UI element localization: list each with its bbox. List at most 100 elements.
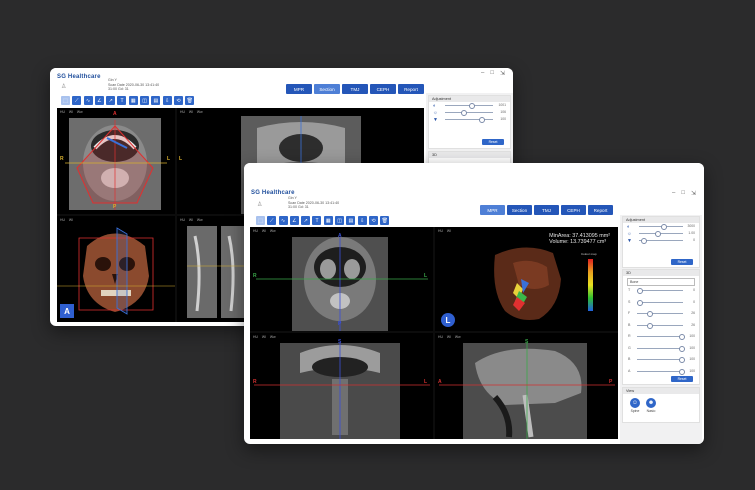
export-icon[interactable]: ⇩ [357,216,367,225]
axial-viewport[interactable]: HU Wl Ww A R L P [250,227,433,331]
slider-track[interactable] [445,112,493,113]
text-tool-icon[interactable]: T [117,96,127,105]
minimize-icon[interactable]: – [481,70,484,77]
delete-icon[interactable]: 🗑 [380,216,390,225]
histogram-tool-icon[interactable]: ▦ [128,96,138,105]
tab-ceph[interactable]: CEPH [370,84,396,94]
patient-icon: ♙ [61,84,67,90]
slider-knob[interactable] [637,299,643,306]
tab-tmj[interactable]: TMJ [534,205,559,215]
histogram-tool-icon[interactable]: ▦ [323,216,333,225]
export-icon[interactable]: ⇩ [162,96,172,105]
orientation-cube[interactable]: A [60,304,74,318]
window-level-icon[interactable]: ◫ [140,96,150,105]
reset-button[interactable]: Reset [671,259,693,265]
axial-viewport[interactable]: HU Wl Ww A R L P [57,108,175,214]
slider-label: S [628,299,631,304]
orientation-r: R [253,379,257,385]
front-window-header: SG Healthcare ♙ Gin Y Scan Date 2020-06-… [244,163,704,209]
ruler-tool-icon[interactable]: ⟋ [72,96,82,105]
slider-track[interactable] [637,301,683,303]
slider-track[interactable] [445,119,493,120]
arrow-tool-icon[interactable]: ↗ [301,216,311,225]
slider-knob[interactable] [647,322,653,329]
slider-row[interactable]: ▼ 100 [429,116,510,124]
text-tool-icon[interactable]: T [312,216,322,225]
curve-tool-icon[interactable]: ∿ [278,216,288,225]
tab-tmj[interactable]: TMJ [342,84,368,94]
layout-icon[interactable]: ▤ [151,96,161,105]
slider-row[interactable]: S 0 [623,299,699,311]
slider-knob[interactable] [679,334,685,341]
curve-tool-icon[interactable]: ∿ [83,96,93,105]
reset-button[interactable]: Reset [482,139,504,145]
angle-tool-icon[interactable]: ∠ [289,216,299,225]
tab-mpr[interactable]: MPR [480,205,505,215]
slider-track[interactable] [637,324,683,326]
slider-knob[interactable] [479,117,485,124]
slider-knob[interactable] [637,288,643,295]
tab-report[interactable]: Report [398,84,424,94]
close-icon[interactable]: ⇲ [500,70,505,77]
slider-track[interactable] [637,370,683,372]
slider-knob[interactable] [679,345,685,352]
slider-track[interactable] [637,359,683,360]
sagittal-viewport[interactable]: HU Wl Ww S A P [435,333,618,439]
reset-view-icon[interactable]: ⟲ [368,216,378,225]
reset-view-icon[interactable]: ⟲ [173,96,183,105]
window-controls: – □ ⇲ [481,70,505,77]
preset-select[interactable]: Bone [627,278,695,286]
window-level-icon[interactable]: ◫ [335,216,345,225]
slider-row[interactable]: R 100 [623,333,699,345]
select-tool-icon[interactable]: ⬚ [256,216,265,225]
tab-mpr[interactable]: MPR [286,84,312,94]
tab-ceph[interactable]: CEPH [561,205,586,215]
minimize-icon[interactable]: – [672,190,675,197]
slider-row[interactable]: ☼ 1.00 [623,230,699,238]
orientation-cube[interactable]: L [441,313,455,327]
layout-icon[interactable]: ▤ [346,216,356,225]
ruler-tool-icon[interactable]: ⟋ [267,216,277,225]
slider-track[interactable] [637,347,683,349]
slider-row[interactable]: G 100 [623,345,699,357]
select-tool-icon[interactable]: ⬚ [61,96,70,105]
maximize-icon[interactable]: □ [681,190,685,197]
slider-value: 0 [693,288,695,292]
slider-row[interactable]: ☼ 106 [429,109,510,117]
view-button[interactable]: ☻ Nasio [645,398,657,413]
tab-section[interactable]: Section [507,205,532,215]
view-button[interactable]: ☺ Spine [629,398,641,413]
slider-track[interactable] [637,313,683,314]
volume-render-viewport[interactable]: HU Wl MinArea: 37.413095 mm² Volume: 13.… [435,227,618,331]
slider-knob[interactable] [679,357,685,364]
slider-row[interactable]: ◐ 1001 [429,102,510,110]
volume-render-viewport[interactable]: HU Wl A [57,216,175,322]
orientation-a: A [438,379,442,385]
slider-label: G [628,345,631,350]
slider-knob[interactable] [647,311,653,318]
slider-row[interactable]: ◐ 3000 [623,223,699,231]
tab-section[interactable]: Section [314,84,340,94]
arrow-tool-icon[interactable]: ↗ [106,96,116,105]
close-icon[interactable]: ⇲ [691,190,696,197]
slider-row[interactable]: ▼ 0 [623,237,699,245]
slider-track[interactable] [637,336,683,337]
orientation-l: L [424,379,428,385]
delete-icon[interactable]: 🗑 [185,96,195,105]
slider-track[interactable] [637,290,683,291]
angle-tool-icon[interactable]: ∠ [94,96,104,105]
coronal-viewport[interactable]: HU Wl Ww S R L [250,333,433,439]
slider-knob[interactable] [679,368,685,375]
slider-value: 100 [689,345,695,350]
slider-row[interactable]: B 100 [623,356,699,368]
slider-row[interactable]: F 26 [623,310,699,322]
tab-report[interactable]: Report [588,205,613,215]
render-panel-title: 3D [429,152,510,158]
maximize-icon[interactable]: □ [490,70,494,77]
slider-row[interactable]: B 26 [623,322,699,334]
reset-button[interactable]: Reset [671,376,693,382]
slider-knob[interactable] [641,238,647,245]
view-title: View [623,388,699,394]
slider-track[interactable] [639,233,683,234]
slider-row[interactable]: T 0 [623,287,699,299]
